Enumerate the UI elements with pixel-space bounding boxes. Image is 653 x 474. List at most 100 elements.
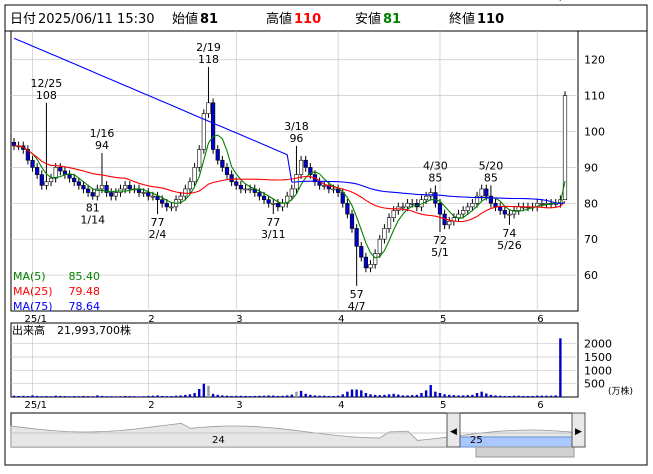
annotation-low-date: 1/14 [80,214,105,227]
x-tick-label: 3 [236,400,242,411]
volume-bar [378,395,381,397]
navigator-scrollbar[interactable] [475,446,575,458]
candle-body [391,210,396,218]
candle-body [81,185,86,190]
candle-body [539,203,544,205]
volume-bar [332,395,335,397]
candle-body [275,203,281,208]
volume-bar [341,394,344,397]
volume-bar [549,395,553,397]
candle-body [160,199,165,204]
volume-bar [142,396,145,397]
candle-body [30,159,35,168]
volume-bar [554,395,557,397]
low-label: 安値 [355,11,381,27]
candle-body [141,192,146,194]
candle-body [99,185,105,190]
volume-bar [123,395,127,397]
candle-body [44,181,49,186]
candle-body [85,188,91,193]
volume-bar [174,395,178,397]
candle-body [373,253,378,265]
volume-bar [165,396,168,397]
volume-bar [221,395,224,397]
volume-bar [452,395,456,397]
candle-body [345,203,350,215]
candle-body [479,188,484,197]
volume-bar [429,385,432,397]
navigator-right-handle[interactable]: ▶ [571,412,586,448]
volume-bar [272,395,275,397]
candle-body [90,192,95,197]
candle-body [437,203,443,215]
chart-widget: 日付 2025/06/11 15:30 始値 81 高値 110 安値 81 終値 110 120 1… [0,0,653,470]
volume-bar [86,396,90,397]
volume-bar [285,395,289,397]
candle-body [48,177,54,183]
volume-bar [133,396,136,397]
candle-body [229,174,234,183]
volume-bar [68,396,71,397]
volume-bar [304,393,307,397]
candle-body [289,188,294,197]
volume-bar [128,396,131,397]
volume-bar [522,395,525,397]
volume-bar [443,394,446,397]
candle-body [363,256,368,269]
volume-bar [494,395,497,397]
candle-body [562,95,568,201]
candle-body [493,203,498,208]
candle-body [386,217,392,229]
x-tick-label: 5 [440,400,446,411]
x-tick-label: 3 [236,314,242,325]
y-tick-label: 100 [584,126,605,139]
candle-body [211,102,216,150]
candle-body [298,159,304,175]
candle-body [377,238,382,254]
x-tick-label: 5 [440,314,446,325]
volume-bar [346,391,349,397]
volume-bar [26,396,30,397]
x-tick-label: 4 [338,314,344,325]
volume-tick-label: 500 [584,378,605,391]
candle-body [155,195,160,201]
volume-bar [503,395,507,397]
candle-body [303,159,308,168]
volume-bar [276,395,280,397]
candle-body [516,206,521,211]
candle-body [39,174,44,186]
volume-bar [216,394,219,397]
volume-bar [40,396,43,397]
candle-body [58,167,63,172]
volume-bar [448,394,451,397]
candle-body [123,185,128,190]
navigator-left-handle[interactable]: ◀ [446,412,461,448]
volume-bar [17,395,20,397]
y-tick-label: 120 [584,54,605,67]
volume-bar [45,396,48,397]
y-tick-label: 70 [584,233,598,246]
candle-body [456,213,461,218]
candle-body [502,210,507,215]
volume-bar [475,393,479,397]
volume-bar [517,395,520,397]
x-tick-label: 4 [338,400,344,411]
volume-bar [248,396,252,397]
x-tick-label: 2 [148,400,154,411]
volume-bar [318,395,321,397]
volume-bar [485,393,488,397]
candle-body [150,195,156,198]
volume-bar [262,395,266,397]
annotation-low-date: 5/26 [497,239,522,252]
candle-body [178,195,183,201]
volume-label: 出来高 [12,323,45,337]
candle-body [35,167,40,175]
stock-chart: 日付 2025/06/11 15:30 始値 81 高値 110 安値 81 終値 1101201… [4,0,648,466]
volume-bar [360,390,363,397]
right-arrow-icon: ▶ [575,427,582,437]
candle-body [11,141,17,147]
annotation-high-value: 85 [428,171,442,184]
volume-bar [350,389,354,397]
volume-bar [105,396,108,397]
volume-bar [355,389,358,397]
